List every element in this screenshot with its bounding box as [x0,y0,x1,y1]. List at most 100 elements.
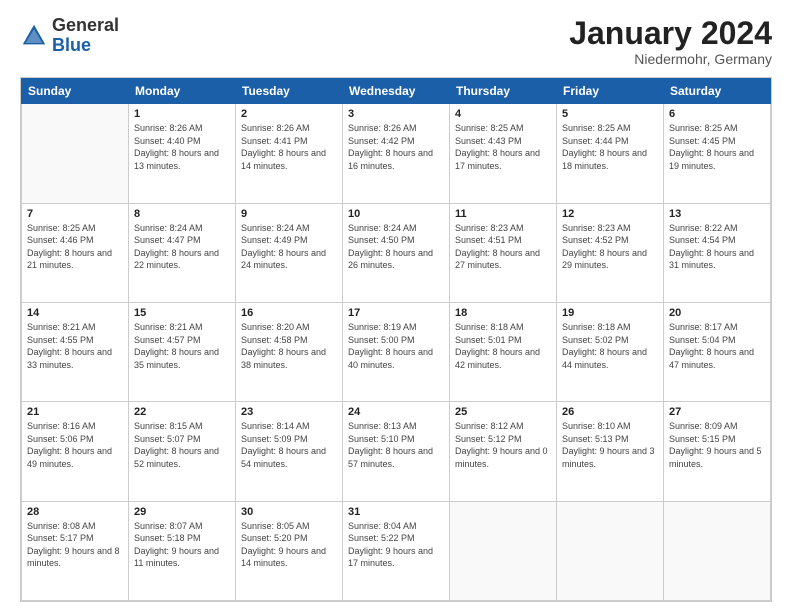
day-cell [22,104,129,203]
location: Niedermohr, Germany [569,51,772,67]
day-number: 20 [669,307,765,319]
day-cell: 16 Sunrise: 8:20 AMSunset: 4:58 PMDayligh… [236,302,343,401]
day-number: 5 [562,108,658,120]
weekday-header-monday: Monday [129,79,236,104]
day-cell: 21Sunrise: 8:16 AMSunset: 5:06 PMDayligh… [22,402,129,501]
day-number: 12 [562,208,658,220]
calendar-table: SundayMondayTuesdayWednesdayThursdayFrid… [21,78,771,601]
day-cell: 17 Sunrise: 8:19 AMSunset: 5:00 PMDayligh… [343,302,450,401]
day-number: 9 [241,208,337,220]
month-title: January 2024 [569,16,772,51]
weekday-header-saturday: Saturday [664,79,771,104]
day-number: 27 [669,406,765,418]
day-info: Sunrise: 8:15 AMSunset: 5:07 PMDaylight:… [134,420,230,470]
day-cell: 12 Sunrise: 8:23 AMSunset: 4:52 PMDayligh… [557,203,664,302]
day-number: 10 [348,208,444,220]
logo-text: General Blue [52,16,119,56]
day-info: Sunrise: 8:25 AMSunset: 4:44 PMDaylight:… [562,122,658,172]
logo-general: General [52,15,119,35]
header: General Blue January 2024 Niedermohr, Ge… [20,16,772,67]
week-row-2: 7 Sunrise: 8:25 AMSunset: 4:46 PMDaylight… [22,203,771,302]
day-number: 1 [134,108,230,120]
day-cell: 3Sunrise: 8:26 AMSunset: 4:42 PMDaylight… [343,104,450,203]
day-number: 25 [455,406,551,418]
page: General Blue January 2024 Niedermohr, Ge… [0,0,792,612]
day-number: 2 [241,108,337,120]
calendar-header: SundayMondayTuesdayWednesdayThursdayFrid… [22,79,771,104]
day-info: Sunrise: 8:20 AMSunset: 4:58 PMDaylight:… [241,321,337,371]
day-info: Sunrise: 8:26 AMSunset: 4:40 PMDaylight:… [134,122,230,172]
day-info: Sunrise: 8:09 AMSunset: 5:15 PMDaylight:… [669,420,765,470]
day-cell: 18 Sunrise: 8:18 AMSunset: 5:01 PMDayligh… [450,302,557,401]
day-cell: 26 Sunrise: 8:10 AMSunset: 5:13 PMDayligh… [557,402,664,501]
day-cell: 28Sunrise: 8:08 AMSunset: 5:17 PMDayligh… [22,501,129,600]
day-info: Sunrise: 8:07 AMSunset: 5:18 PMDaylight:… [134,520,230,570]
day-info: Sunrise: 8:24 AMSunset: 4:49 PMDaylight:… [241,222,337,272]
day-info: Sunrise: 8:23 AMSunset: 4:51 PMDaylight:… [455,222,551,272]
day-number: 31 [348,506,444,518]
day-number: 4 [455,108,551,120]
day-number: 3 [348,108,444,120]
day-cell: 30 Sunrise: 8:05 AMSunset: 5:20 PMDayligh… [236,501,343,600]
day-info: Sunrise: 8:23 AMSunset: 4:52 PMDaylight:… [562,222,658,272]
day-number: 8 [134,208,230,220]
day-info: Sunrise: 8:10 AMSunset: 5:13 PMDaylight:… [562,420,658,470]
day-info: Sunrise: 8:14 AMSunset: 5:09 PMDaylight:… [241,420,337,470]
day-cell: 15Sunrise: 8:21 AMSunset: 4:57 PMDayligh… [129,302,236,401]
day-info: Sunrise: 8:18 AMSunset: 5:01 PMDaylight:… [455,321,551,371]
day-number: 17 [348,307,444,319]
logo: General Blue [20,16,119,56]
day-number: 6 [669,108,765,120]
day-info: Sunrise: 8:04 AMSunset: 5:22 PMDaylight:… [348,520,444,570]
day-info: Sunrise: 8:24 AMSunset: 4:47 PMDaylight:… [134,222,230,272]
weekday-header-tuesday: Tuesday [236,79,343,104]
day-info: Sunrise: 8:22 AMSunset: 4:54 PMDaylight:… [669,222,765,272]
day-number: 30 [241,506,337,518]
day-cell: 27 Sunrise: 8:09 AMSunset: 5:15 PMDayligh… [664,402,771,501]
day-info: Sunrise: 8:17 AMSunset: 5:04 PMDaylight:… [669,321,765,371]
day-number: 26 [562,406,658,418]
day-cell: 10Sunrise: 8:24 AMSunset: 4:50 PMDayligh… [343,203,450,302]
day-cell: 6 Sunrise: 8:25 AMSunset: 4:45 PMDaylight… [664,104,771,203]
day-number: 18 [455,307,551,319]
day-info: Sunrise: 8:13 AMSunset: 5:10 PMDaylight:… [348,420,444,470]
title-block: January 2024 Niedermohr, Germany [569,16,772,67]
day-cell: 22Sunrise: 8:15 AMSunset: 5:07 PMDayligh… [129,402,236,501]
calendar-body: 1 Sunrise: 8:26 AMSunset: 4:40 PMDaylight… [22,104,771,601]
day-number: 29 [134,506,230,518]
day-info: Sunrise: 8:12 AMSunset: 5:12 PMDaylight:… [455,420,551,470]
day-cell: 13Sunrise: 8:22 AMSunset: 4:54 PMDayligh… [664,203,771,302]
day-cell [557,501,664,600]
day-info: Sunrise: 8:25 AMSunset: 4:43 PMDaylight:… [455,122,551,172]
week-row-5: 28Sunrise: 8:08 AMSunset: 5:17 PMDayligh… [22,501,771,600]
day-cell: 19 Sunrise: 8:18 AMSunset: 5:02 PMDayligh… [557,302,664,401]
day-info: Sunrise: 8:05 AMSunset: 5:20 PMDaylight:… [241,520,337,570]
day-number: 15 [134,307,230,319]
day-cell: 20 Sunrise: 8:17 AMSunset: 5:04 PMDayligh… [664,302,771,401]
day-number: 28 [27,506,123,518]
day-info: Sunrise: 8:25 AMSunset: 4:45 PMDaylight:… [669,122,765,172]
day-info: Sunrise: 8:21 AMSunset: 4:55 PMDaylight:… [27,321,123,371]
logo-blue: Blue [52,35,91,55]
week-row-1: 1 Sunrise: 8:26 AMSunset: 4:40 PMDaylight… [22,104,771,203]
day-number: 16 [241,307,337,319]
weekday-header-friday: Friday [557,79,664,104]
logo-icon [20,22,48,50]
week-row-3: 14Sunrise: 8:21 AMSunset: 4:55 PMDayligh… [22,302,771,401]
day-number: 19 [562,307,658,319]
day-cell [664,501,771,600]
day-number: 24 [348,406,444,418]
day-cell: 24 Sunrise: 8:13 AMSunset: 5:10 PMDayligh… [343,402,450,501]
day-cell [450,501,557,600]
day-cell: 2Sunrise: 8:26 AMSunset: 4:41 PMDaylight… [236,104,343,203]
day-info: Sunrise: 8:19 AMSunset: 5:00 PMDaylight:… [348,321,444,371]
day-cell: 23Sunrise: 8:14 AMSunset: 5:09 PMDayligh… [236,402,343,501]
day-number: 7 [27,208,123,220]
day-cell: 5 Sunrise: 8:25 AMSunset: 4:44 PMDaylight… [557,104,664,203]
day-cell: 25 Sunrise: 8:12 AMSunset: 5:12 PMDayligh… [450,402,557,501]
weekday-header-sunday: Sunday [22,79,129,104]
day-info: Sunrise: 8:25 AMSunset: 4:46 PMDaylight:… [27,222,123,272]
day-cell: 4 Sunrise: 8:25 AMSunset: 4:43 PMDaylight… [450,104,557,203]
calendar: SundayMondayTuesdayWednesdayThursdayFrid… [20,77,772,602]
day-info: Sunrise: 8:18 AMSunset: 5:02 PMDaylight:… [562,321,658,371]
